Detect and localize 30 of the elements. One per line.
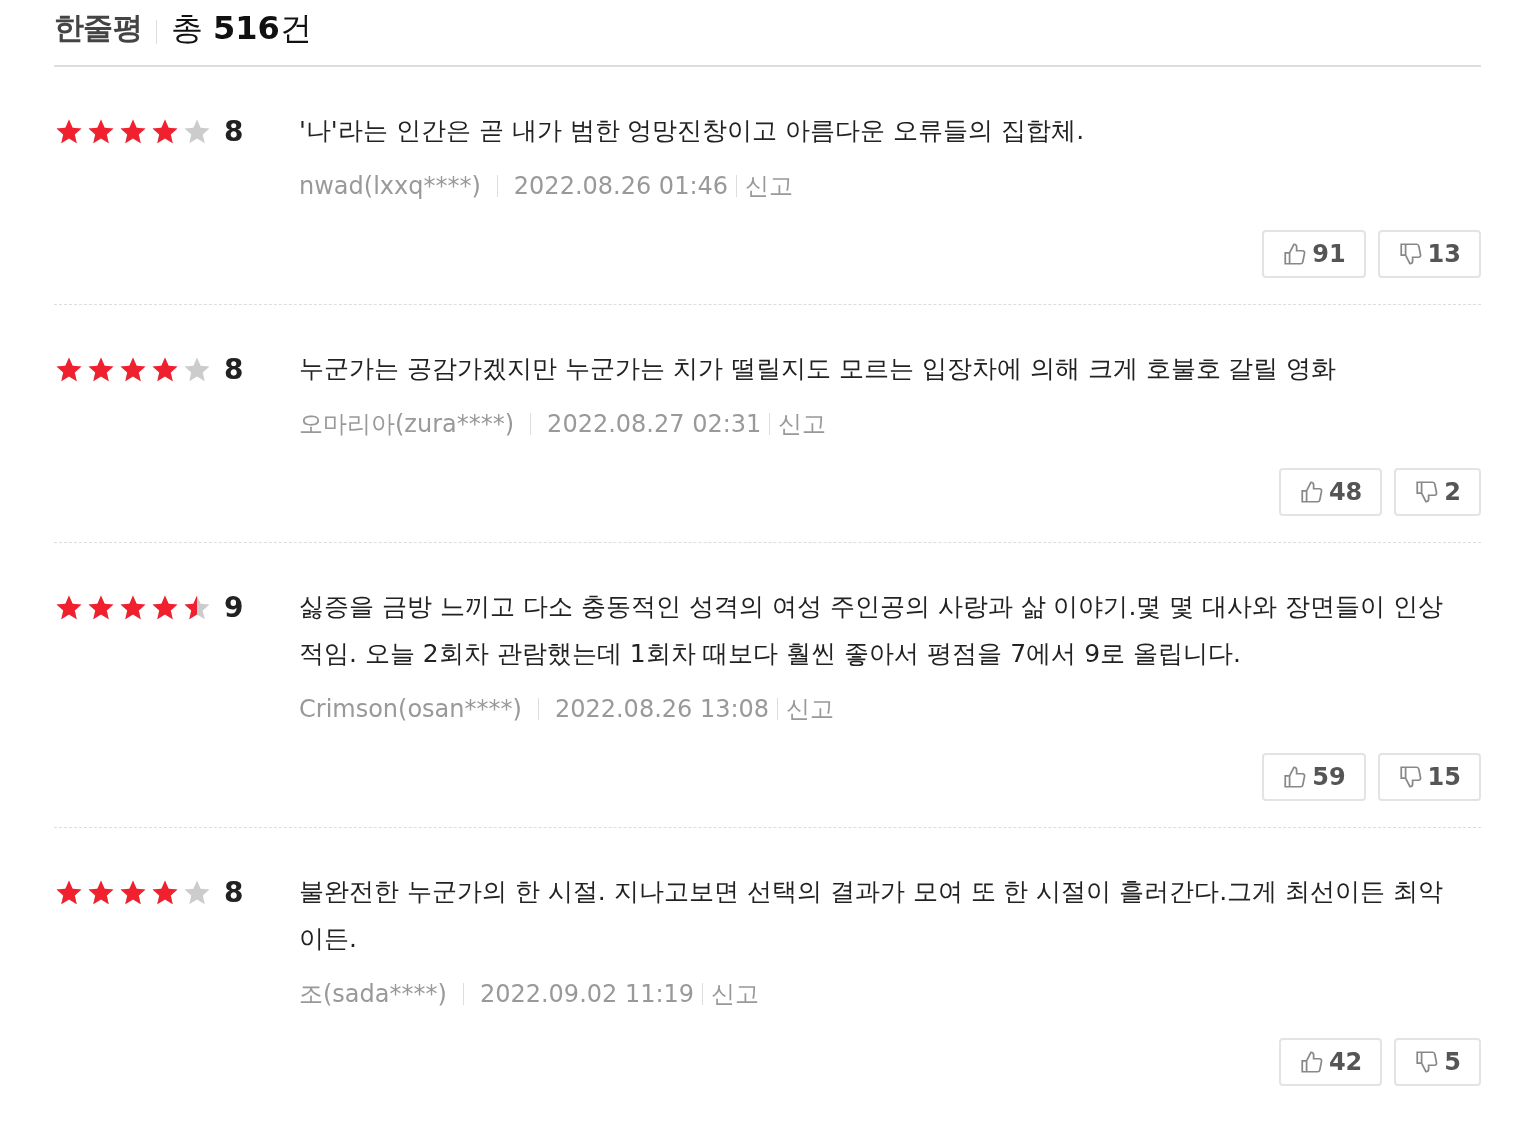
date: 2022.08.26 01:46	[513, 171, 729, 202]
thumbs-down-icon	[1397, 763, 1424, 791]
score: 8	[224, 117, 244, 147]
dislike-button[interactable]: 13	[1377, 230, 1481, 278]
like-button[interactable]: 91	[1262, 230, 1366, 278]
author: nwad(lxxq****)	[299, 171, 481, 202]
author: 오마리아(zura****)	[299, 409, 515, 440]
review-text: 누군가는 공감가겠지만 누군가는 치가 떨릴지도 모르는 입장차에 의해 크게 호불호 갈릴 영화	[299, 353, 1338, 385]
author: 조(sada****)	[299, 979, 447, 1010]
dislike-button[interactable]: 2	[1394, 468, 1481, 516]
section-title: 한줄평	[54, 9, 142, 47]
like-button[interactable]: 59	[1262, 753, 1366, 801]
thumbs-up-icon	[1298, 1048, 1325, 1076]
date: 2022.09.02 11:19	[479, 979, 695, 1010]
dislike-button[interactable]: 5	[1394, 1038, 1481, 1086]
author: Crimson(osan****)	[299, 694, 522, 725]
date: 2022.08.26 13:08	[554, 694, 770, 725]
score: 9	[224, 593, 244, 623]
like-button[interactable]: 48	[1278, 468, 1383, 516]
review-count: 총 516건	[170, 7, 312, 49]
score: 8	[224, 355, 244, 385]
thumbs-down-icon	[1397, 240, 1424, 268]
review-text: 싫증을 금방 느끼고 다소 충동적인 성격의 여성 주인공의 사랑과 삶 이야기.몇 몇 대사와 장면들이 인상적임. 오늘 2회차 관람했는데 1회차 때보다 훨씬 좋아서 평점을 7에서 9로 올립니다.	[299, 591, 1445, 670]
thumbs-up-icon	[1298, 478, 1325, 506]
dislike-button[interactable]: 15	[1377, 753, 1481, 801]
like-button[interactable]: 42	[1278, 1038, 1383, 1086]
review-text: '나'라는 인간은 곧 내가 범한 엉망진창이고 아름다운 오류들의 집합체.	[299, 115, 1086, 147]
review-text: 불완전한 누군가의 한 시절. 지나고보면 선택의 결과가 모여 또 한 시절이 흘러간다.그게 최선이든 최악이든.	[299, 876, 1445, 955]
date: 2022.08.27 02:31	[547, 409, 762, 440]
score: 8	[224, 878, 244, 908]
